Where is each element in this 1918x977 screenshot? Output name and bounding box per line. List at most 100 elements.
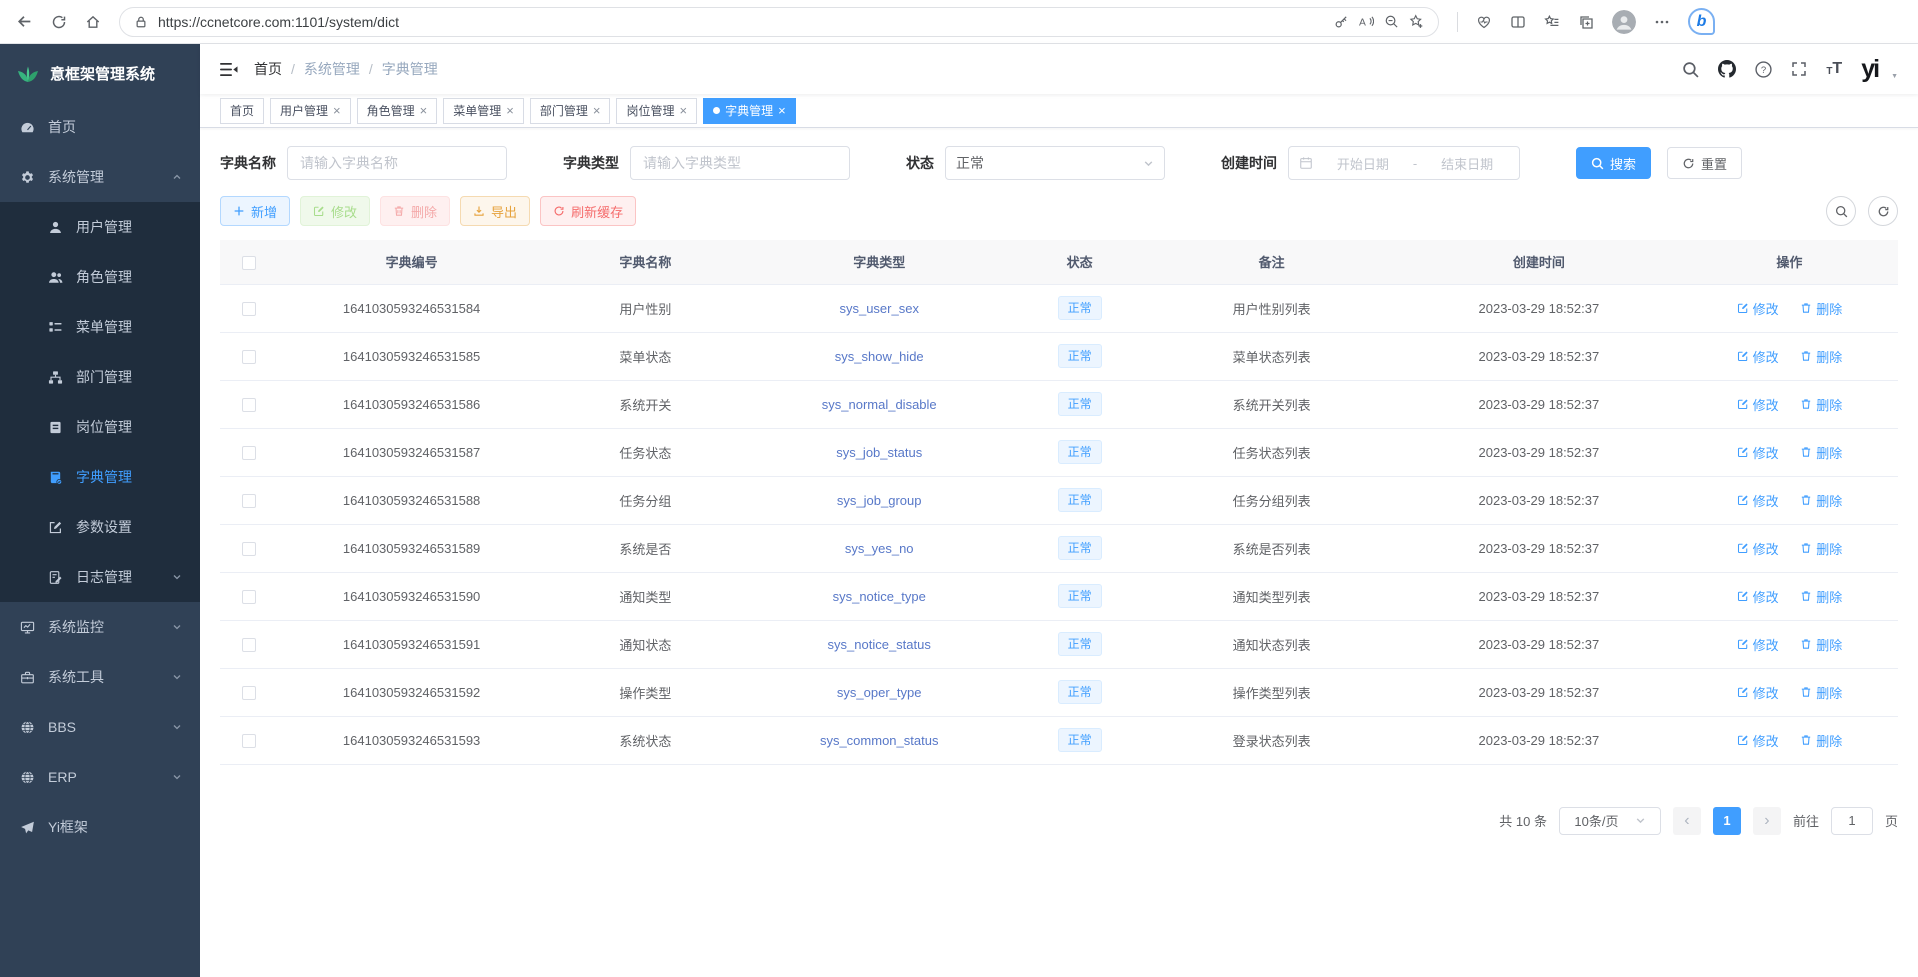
row-delete-link[interactable]: 删除: [1800, 587, 1842, 606]
row-edit-link[interactable]: 修改: [1737, 587, 1779, 606]
date-range-picker[interactable]: 开始日期 - 结束日期: [1288, 146, 1520, 180]
sidebar-item-yi-framework[interactable]: Yi框架: [0, 802, 200, 852]
home-icon[interactable]: [85, 14, 101, 30]
dict-type-link[interactable]: sys_show_hide: [835, 349, 924, 364]
status-select[interactable]: 正常: [945, 146, 1165, 180]
row-delete-link[interactable]: 删除: [1800, 395, 1842, 414]
row-edit-link[interactable]: 修改: [1737, 683, 1779, 702]
prev-page-button[interactable]: ‹: [1673, 807, 1701, 835]
address-bar[interactable]: https://ccnetcore.com:1101/system/dict A: [119, 7, 1439, 37]
row-checkbox[interactable]: [242, 398, 256, 412]
collections-icon[interactable]: [1578, 14, 1594, 30]
page-number-1[interactable]: 1: [1713, 807, 1741, 835]
close-icon[interactable]: ×: [593, 104, 601, 117]
row-checkbox[interactable]: [242, 638, 256, 652]
close-icon[interactable]: ×: [420, 104, 428, 117]
refresh-table-button[interactable]: [1868, 196, 1898, 226]
add-button[interactable]: 新增: [220, 196, 290, 226]
row-edit-link[interactable]: 修改: [1737, 395, 1779, 414]
search-button[interactable]: 搜索: [1576, 147, 1651, 179]
row-edit-link[interactable]: 修改: [1737, 539, 1779, 558]
close-icon[interactable]: ×: [778, 104, 786, 117]
sidebar-item-menu-mgmt[interactable]: 菜单管理: [0, 302, 200, 352]
reset-button[interactable]: 重置: [1667, 147, 1742, 179]
sidebar-item-home[interactable]: 首页: [0, 102, 200, 152]
row-delete-link[interactable]: 删除: [1800, 539, 1842, 558]
tab-dept-mgmt[interactable]: 部门管理 ×: [530, 98, 611, 124]
add-favorite-star-icon[interactable]: [1409, 14, 1424, 29]
profile-avatar[interactable]: [1612, 10, 1636, 34]
dict-type-input[interactable]: [630, 146, 850, 180]
row-checkbox[interactable]: [242, 590, 256, 604]
tab-post-mgmt[interactable]: 岗位管理 ×: [616, 98, 697, 124]
row-delete-link[interactable]: 删除: [1800, 491, 1842, 510]
sidebar-item-post-mgmt[interactable]: 岗位管理: [0, 402, 200, 452]
tab-dict-mgmt[interactable]: 字典管理 ×: [703, 98, 796, 124]
tab-role-mgmt[interactable]: 角色管理 ×: [357, 98, 438, 124]
zoom-out-icon[interactable]: [1384, 14, 1399, 29]
sidebar-item-tools[interactable]: 系统工具: [0, 652, 200, 702]
sidebar-item-system[interactable]: 系统管理: [0, 152, 200, 202]
select-all-checkbox[interactable]: [242, 256, 256, 270]
row-edit-link[interactable]: 修改: [1737, 347, 1779, 366]
row-checkbox[interactable]: [242, 494, 256, 508]
dict-type-link[interactable]: sys_job_status: [836, 445, 922, 460]
github-icon[interactable]: [1718, 60, 1736, 78]
browser-essentials-icon[interactable]: [1476, 14, 1492, 30]
refresh-cache-button[interactable]: 刷新缓存: [540, 196, 636, 226]
goto-page-input[interactable]: [1831, 807, 1873, 835]
sidebar-item-user-mgmt[interactable]: 用户管理: [0, 202, 200, 252]
breadcrumb-home[interactable]: 首页: [254, 59, 282, 79]
row-edit-link[interactable]: 修改: [1737, 299, 1779, 318]
dict-name-input[interactable]: [287, 146, 507, 180]
delete-button[interactable]: 删除: [380, 196, 450, 226]
row-delete-link[interactable]: 删除: [1800, 683, 1842, 702]
close-icon[interactable]: ×: [506, 104, 514, 117]
sidebar-item-role-mgmt[interactable]: 角色管理: [0, 252, 200, 302]
row-checkbox[interactable]: [242, 302, 256, 316]
row-delete-link[interactable]: 删除: [1800, 299, 1842, 318]
tab-user-mgmt[interactable]: 用户管理 ×: [270, 98, 351, 124]
row-checkbox[interactable]: [242, 542, 256, 556]
row-edit-link[interactable]: 修改: [1737, 635, 1779, 654]
fullscreen-icon[interactable]: [1791, 61, 1807, 77]
caret-down-icon[interactable]: ▼: [1891, 73, 1898, 80]
url-text[interactable]: https://ccnetcore.com:1101/system/dict: [158, 14, 1324, 30]
row-checkbox[interactable]: [242, 446, 256, 460]
help-icon[interactable]: ?: [1755, 61, 1772, 78]
row-checkbox[interactable]: [242, 686, 256, 700]
yi-logo[interactable]: yi: [1861, 57, 1878, 82]
dict-type-link[interactable]: sys_notice_status: [828, 637, 931, 652]
favorites-bar-icon[interactable]: [1544, 14, 1560, 30]
refresh-icon[interactable]: [51, 14, 67, 30]
row-checkbox[interactable]: [242, 350, 256, 364]
bing-chat-icon[interactable]: b: [1688, 8, 1715, 35]
sidebar-item-param-settings[interactable]: 参数设置: [0, 502, 200, 552]
row-delete-link[interactable]: 删除: [1800, 443, 1842, 462]
page-size-select[interactable]: 10条/页: [1559, 807, 1661, 835]
more-menu-icon[interactable]: [1654, 14, 1670, 30]
row-edit-link[interactable]: 修改: [1737, 731, 1779, 750]
edit-button[interactable]: 修改: [300, 196, 370, 226]
sidebar-logo[interactable]: 意框架管理系统: [0, 44, 200, 102]
search-icon[interactable]: [1682, 61, 1699, 78]
close-icon[interactable]: ×: [679, 104, 687, 117]
dict-type-link[interactable]: sys_common_status: [820, 733, 939, 748]
dict-type-link[interactable]: sys_oper_type: [837, 685, 922, 700]
toggle-search-button[interactable]: [1826, 196, 1856, 226]
split-screen-icon[interactable]: [1510, 14, 1526, 30]
dict-type-link[interactable]: sys_user_sex: [839, 301, 918, 316]
sidebar-item-monitor[interactable]: 系统监控: [0, 602, 200, 652]
text-size-icon[interactable]: TT: [1826, 61, 1842, 77]
row-delete-link[interactable]: 删除: [1800, 731, 1842, 750]
sidebar-item-dept-mgmt[interactable]: 部门管理: [0, 352, 200, 402]
dict-type-link[interactable]: sys_normal_disable: [822, 397, 937, 412]
password-key-icon[interactable]: [1334, 14, 1349, 29]
sidebar-item-dict-mgmt[interactable]: 字典管理: [0, 452, 200, 502]
sidebar-collapse-icon[interactable]: [220, 62, 238, 77]
row-edit-link[interactable]: 修改: [1737, 491, 1779, 510]
dict-type-link[interactable]: sys_notice_type: [833, 589, 926, 604]
sidebar-item-erp[interactable]: ERP: [0, 752, 200, 802]
next-page-button[interactable]: ›: [1753, 807, 1781, 835]
export-button[interactable]: 导出: [460, 196, 530, 226]
